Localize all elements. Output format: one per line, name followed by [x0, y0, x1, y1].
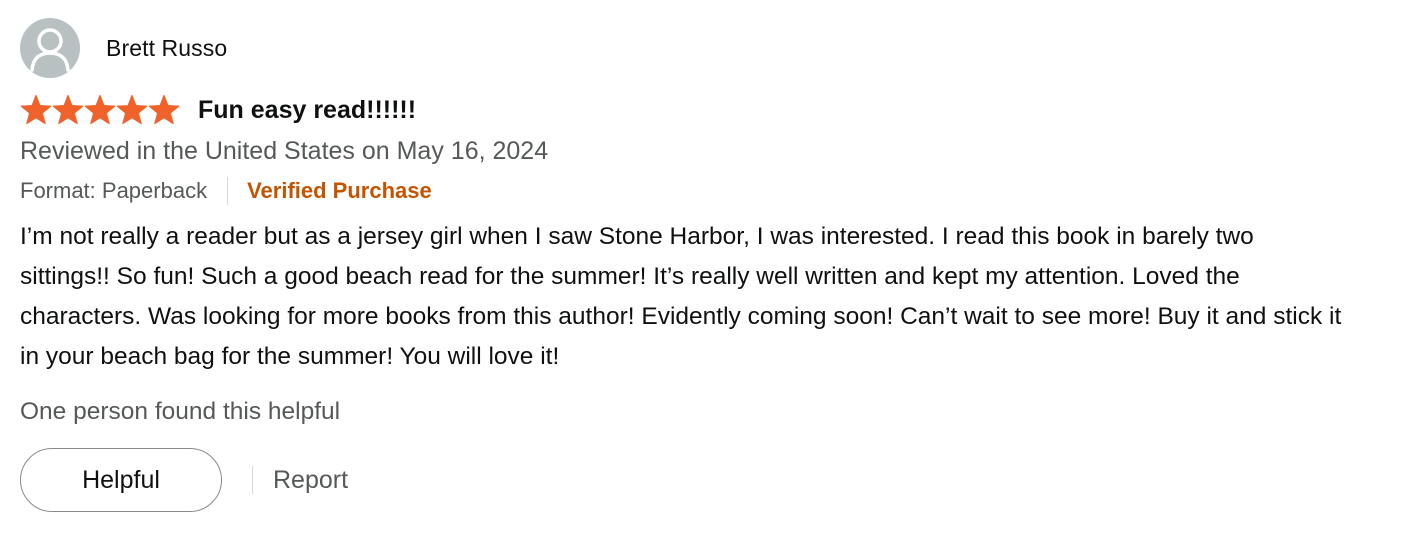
review-meta: Format: Paperback Verified Purchase	[20, 174, 1380, 208]
review-body: I’m not really a reader but as a jersey …	[20, 223, 1342, 370]
star-icon	[20, 94, 52, 125]
avatar[interactable]	[20, 18, 80, 78]
user-silhouette-icon	[30, 28, 70, 72]
reviewer-profile[interactable]: Brett Russo	[20, 18, 1380, 78]
verified-purchase-badge: Verified Purchase	[247, 178, 432, 203]
actions-divider	[252, 466, 253, 494]
reviewer-name[interactable]: Brett Russo	[106, 35, 227, 62]
review-title[interactable]: Fun easy read!!!!!!	[198, 96, 416, 125]
star-icon	[84, 94, 116, 125]
review-actions: Helpful Report	[20, 448, 1380, 512]
star-icon	[52, 94, 84, 125]
review-date: Reviewed in the United States on May 16,…	[20, 137, 549, 165]
meta-divider	[227, 177, 229, 205]
star-icon	[116, 94, 148, 125]
report-link[interactable]: Report	[273, 466, 348, 495]
star-icon	[148, 94, 180, 125]
review-title-row: Fun easy read!!!!!!	[20, 90, 1380, 130]
star-rating[interactable]	[20, 94, 182, 126]
product-format: Format: Paperback	[20, 178, 208, 203]
customer-review: Brett Russo Fun easy read!!!!!! Reviewed…	[20, 18, 1380, 512]
helpful-button[interactable]: Helpful	[20, 448, 222, 512]
helpful-count: One person found this helpful	[20, 398, 341, 425]
